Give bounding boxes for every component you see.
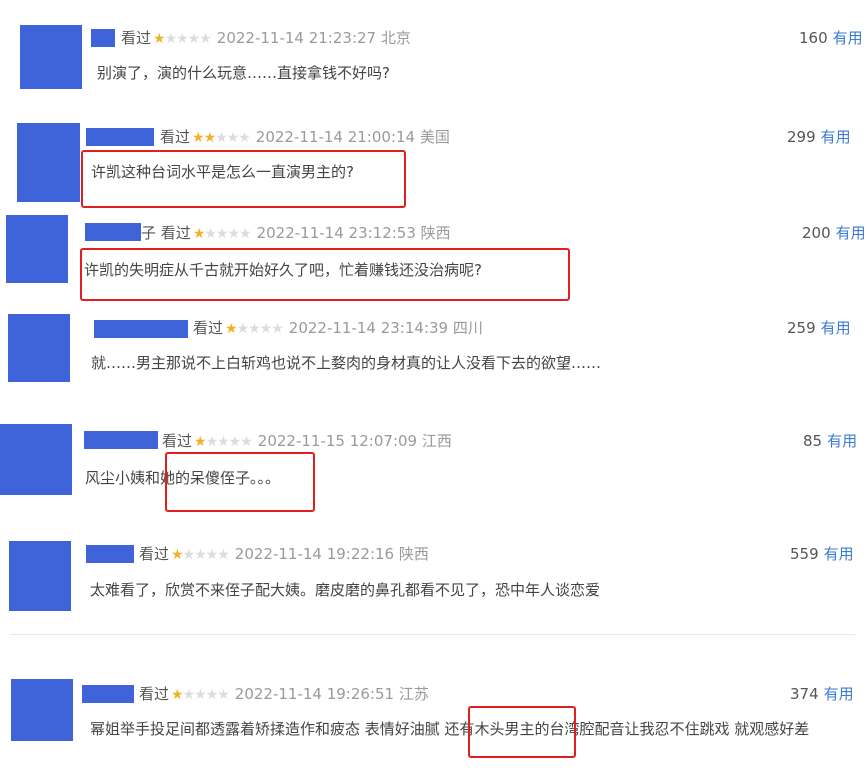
- useful-vote[interactable]: 259 有用: [787, 317, 851, 339]
- useful-vote[interactable]: 160 有用: [799, 27, 863, 49]
- username-redacted[interactable]: [82, 685, 134, 703]
- comment-location: 美国: [419, 128, 450, 146]
- username-suffix[interactable]: 子: [141, 224, 156, 242]
- watched-label: 看过: [139, 685, 170, 703]
- username-redacted[interactable]: [86, 545, 134, 563]
- star-rating: ★★★★★: [153, 31, 212, 47]
- comment-time: 2022-11-14 19:26:51: [234, 685, 395, 703]
- comment-location: 陕西: [420, 224, 451, 242]
- useful-button[interactable]: 有用: [836, 224, 866, 242]
- username-redacted[interactable]: [91, 29, 115, 47]
- useful-button[interactable]: 有用: [821, 128, 851, 146]
- avatar[interactable]: [6, 215, 68, 283]
- avatar[interactable]: [8, 314, 70, 382]
- comment-meta: 看过 ★★★★★ 2022-11-14 21:00:14 美国: [160, 126, 450, 148]
- comment-meta: 子 看过 ★★★★★ 2022-11-14 23:12:53 陕西: [141, 222, 451, 244]
- comment-meta: 看过 ★★★★★ 2022-11-14 21:23:27 北京: [121, 27, 411, 49]
- star-rating: ★★★★★: [171, 687, 230, 703]
- comment-time: 2022-11-14 19:22:16: [234, 545, 395, 563]
- comment-meta: 看过 ★★★★★ 2022-11-14 19:22:16 陕西: [139, 543, 429, 565]
- vote-count: 374: [790, 685, 819, 703]
- highlight-box: [468, 706, 576, 758]
- useful-button[interactable]: 有用: [827, 432, 857, 450]
- avatar[interactable]: [11, 679, 73, 741]
- useful-vote[interactable]: 374 有用: [790, 683, 854, 705]
- watched-label: 看过: [162, 432, 193, 450]
- username-redacted[interactable]: [86, 128, 154, 146]
- comment-location: 江苏: [398, 685, 429, 703]
- comment-time: 2022-11-14 21:00:14: [255, 128, 416, 146]
- comment-meta: 看过 ★★★★★ 2022-11-14 23:14:39 四川: [193, 317, 483, 339]
- comment-text: 别演了，演的什么玩意……直接拿钱不好吗?: [97, 64, 390, 82]
- vote-count: 200: [802, 224, 831, 242]
- avatar[interactable]: [17, 123, 80, 202]
- watched-label: 看过: [160, 224, 191, 242]
- comment-location: 北京: [380, 29, 411, 47]
- star-rating: ★★★★★: [225, 321, 284, 337]
- comment-meta: 看过 ★★★★★ 2022-11-14 19:26:51 江苏: [139, 683, 429, 705]
- useful-vote[interactable]: 200 有用: [802, 222, 866, 244]
- divider: [10, 634, 855, 635]
- useful-vote[interactable]: 299 有用: [787, 126, 851, 148]
- comment-time: 2022-11-14 23:12:53: [256, 224, 416, 242]
- useful-vote[interactable]: 559 有用: [790, 543, 854, 565]
- useful-vote[interactable]: 85 有用: [803, 430, 857, 452]
- watched-label: 看过: [139, 545, 170, 563]
- comment-time: 2022-11-14 21:23:27: [216, 29, 377, 47]
- vote-count: 160: [799, 29, 828, 47]
- comment-time: 2022-11-14 23:14:39: [288, 319, 449, 337]
- avatar[interactable]: [20, 25, 82, 89]
- comment-text: 太难看了，欣赏不来侄子配大姨。磨皮磨的鼻孔都看不见了，恐中年人谈恋爱: [90, 581, 601, 599]
- vote-count: 85: [803, 432, 823, 450]
- vote-count: 559: [790, 545, 819, 563]
- star-rating: ★★★★★: [192, 226, 252, 242]
- username-redacted[interactable]: [85, 223, 141, 241]
- useful-button[interactable]: 有用: [833, 29, 863, 47]
- comment-time: 2022-11-15 12:07:09: [257, 432, 418, 450]
- username-redacted[interactable]: [84, 431, 158, 449]
- highlight-box: [81, 150, 406, 208]
- useful-button[interactable]: 有用: [821, 319, 851, 337]
- avatar[interactable]: [9, 541, 71, 611]
- username-redacted[interactable]: [94, 320, 188, 338]
- highlight-box: [165, 452, 315, 512]
- vote-count: 299: [787, 128, 816, 146]
- watched-label: 看过: [160, 128, 191, 146]
- highlight-box: [80, 248, 570, 301]
- avatar[interactable]: [0, 424, 72, 495]
- useful-button[interactable]: 有用: [824, 685, 854, 703]
- useful-button[interactable]: 有用: [824, 545, 854, 563]
- star-rating: ★★★★★: [192, 130, 251, 146]
- comment-text: 就……男主那说不上白斩鸡也说不上婺肉的身材真的让人没看下去的欲望……: [91, 354, 602, 372]
- comment-location: 陕西: [398, 545, 429, 563]
- star-rating: ★★★★★: [171, 547, 230, 563]
- watched-label: 看过: [193, 319, 224, 337]
- comment-location: 四川: [452, 319, 483, 337]
- comment-meta: 看过 ★★★★★ 2022-11-15 12:07:09 江西: [162, 430, 452, 452]
- watched-label: 看过: [121, 29, 152, 47]
- star-rating: ★★★★★: [194, 434, 253, 450]
- comment-location: 江西: [421, 432, 452, 450]
- vote-count: 259: [787, 319, 816, 337]
